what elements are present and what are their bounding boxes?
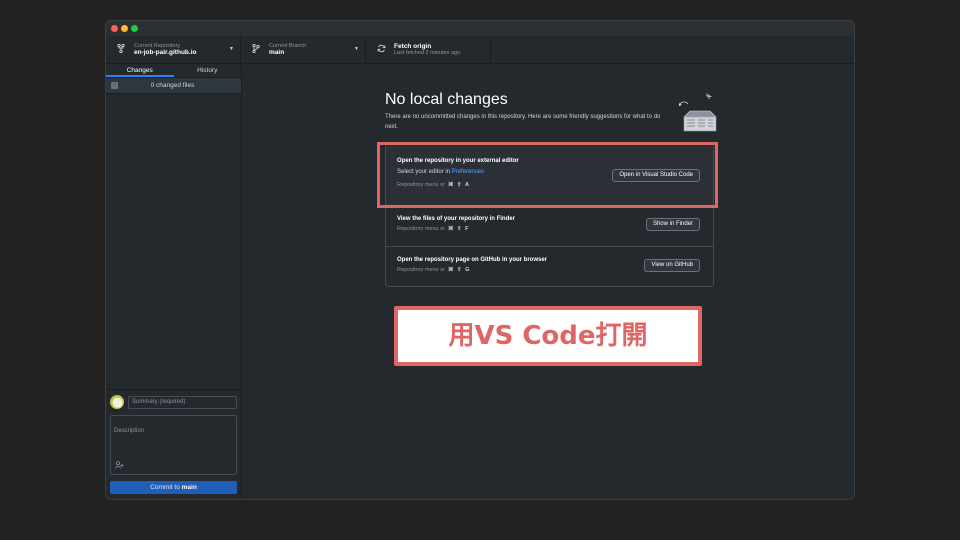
current-repository-button[interactable]: Current Repository en-job-pair.github.io…: [106, 36, 241, 63]
changes-header: ✓ 0 changed files: [106, 78, 241, 94]
select-all-checkbox[interactable]: ✓: [111, 82, 118, 89]
app-window: Current Repository en-job-pair.github.io…: [105, 20, 855, 500]
tab-history[interactable]: History: [174, 64, 242, 77]
main-panel: No local changes There are no uncommitte…: [242, 64, 854, 499]
shortcut-hint-text: Repository menu or: [397, 226, 445, 232]
add-coauthor-icon[interactable]: [115, 461, 124, 471]
suggestion-view-github: Open the repository page on GitHub in yo…: [386, 247, 713, 288]
suggestion-show-finder: View the files of your repository in Fin…: [386, 207, 713, 247]
current-branch-button[interactable]: Current Branch main ▼: [241, 36, 366, 63]
shortcut-hint: Repository menu or ⌘ ⇧ G: [397, 267, 470, 273]
shortcut-keys: ⌘ ⇧ G: [448, 267, 471, 273]
last-fetched-text: Last fetched 2 minutes ago: [394, 50, 461, 57]
fetch-origin-label: Fetch origin: [394, 42, 432, 50]
summary-input[interactable]: Summary (required): [128, 395, 237, 409]
chevron-down-icon: ▼: [229, 46, 234, 52]
zoom-window-button[interactable]: [131, 25, 138, 32]
description-field[interactable]: Description: [110, 415, 237, 475]
view-on-github-button[interactable]: View on GitHub: [644, 259, 700, 272]
commit-branch-name: main: [181, 484, 197, 491]
page-subtitle: There are no uncommitted changes in this…: [385, 114, 661, 130]
show-in-finder-button[interactable]: Show in Finder: [645, 218, 700, 231]
highlight-box: [377, 142, 718, 208]
current-branch-name: main: [269, 48, 285, 56]
changed-files-count: 0 changed files: [150, 82, 195, 89]
suggestion-title: View the files of your repository in Fin…: [397, 216, 515, 222]
description-placeholder: Description: [114, 428, 145, 434]
minimize-window-button[interactable]: [121, 25, 128, 32]
page-title: No local changes: [385, 91, 508, 108]
sidebar-tabs: Changes History: [106, 64, 241, 78]
no-changes-illustration: [678, 93, 717, 132]
annotation-caption: 用VS Code打開: [394, 306, 702, 366]
fetch-origin-button[interactable]: Fetch origin Last fetched 2 minutes ago: [366, 36, 491, 63]
commit-button-prefix: Commit to: [150, 484, 182, 491]
shortcut-hint-text: Repository menu or: [397, 267, 445, 273]
avatar: [110, 395, 124, 409]
toolbar: Current Repository en-job-pair.github.io…: [106, 36, 854, 64]
close-window-button[interactable]: [111, 25, 118, 32]
branch-icon: [249, 43, 263, 55]
current-repository-name: en-job-pair.github.io: [134, 48, 197, 56]
title-bar: [106, 21, 854, 36]
commit-panel: Summary (required) Description Commit to…: [106, 389, 241, 499]
tab-changes[interactable]: Changes: [106, 64, 174, 77]
chevron-down-icon: ▼: [354, 46, 359, 52]
sidebar: Changes History ✓ 0 changed files Summar…: [106, 64, 242, 499]
sync-icon: [374, 44, 388, 55]
shortcut-keys: ⌘ ⇧ F: [448, 226, 470, 232]
commit-button[interactable]: Commit to main: [110, 481, 237, 494]
suggestion-title: Open the repository page on GitHub in yo…: [397, 257, 548, 263]
shortcut-hint: Repository menu or ⌘ ⇧ F: [397, 226, 470, 232]
repo-icon: [114, 43, 128, 55]
